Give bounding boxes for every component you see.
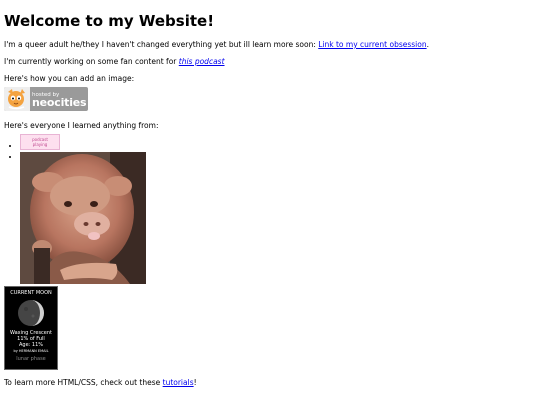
podcast-link-text: this podcast bbox=[178, 57, 225, 66]
moon-source: by HERMANN EMAIL bbox=[13, 349, 49, 353]
fan-text: I'm currently working on some fan conten… bbox=[4, 57, 179, 66]
podcast-button-line2: playing bbox=[32, 142, 48, 147]
intro-text: I'm a queer adult he/they I haven't chan… bbox=[4, 40, 319, 49]
tutorial-suffix: ! bbox=[193, 378, 197, 387]
badge-big-text: neocities bbox=[32, 96, 87, 109]
podcast-button-image[interactable]: podcast playing bbox=[20, 134, 60, 150]
obsession-link[interactable]: Link to my current obsession bbox=[318, 40, 426, 49]
moon-footer: lunar phase bbox=[16, 356, 46, 362]
podcast-link[interactable]: this podcast bbox=[179, 57, 225, 66]
neocities-badge[interactable]: hosted by neocities bbox=[4, 87, 88, 111]
moon-phase-widget[interactable]: CURRENT MOON Waxing Crescent 11% of Full… bbox=[4, 286, 58, 370]
highland-cow-photo bbox=[20, 152, 146, 284]
list-item bbox=[20, 152, 536, 284]
list-item: podcast playing bbox=[20, 134, 536, 150]
page-title: Welcome to my Website! bbox=[4, 12, 215, 30]
intro-suffix: . bbox=[426, 40, 429, 49]
tutorial-text: To learn more HTML/CSS, check out these bbox=[4, 378, 163, 387]
intro-paragraph: I'm a queer adult he/they I haven't chan… bbox=[4, 40, 536, 50]
page-content: Welcome to my Website! I'm a queer adult… bbox=[0, 0, 540, 399]
image-prompt: Here's how you can add an image: bbox=[4, 74, 135, 83]
moon-title: CURRENT MOON bbox=[10, 290, 52, 296]
tutorials-link[interactable]: tutorials bbox=[163, 378, 194, 387]
moon-icon bbox=[18, 300, 44, 326]
badge-label: hosted by neocities bbox=[32, 91, 87, 109]
learned-prompt: Here's everyone I learned anything from: bbox=[4, 121, 159, 130]
fan-paragraph: I'm currently working on some fan conten… bbox=[4, 57, 536, 67]
learned-list: podcast playing bbox=[4, 134, 536, 284]
neocities-cat-icon bbox=[4, 87, 30, 111]
tutorial-paragraph: To learn more HTML/CSS, check out these … bbox=[4, 378, 536, 388]
